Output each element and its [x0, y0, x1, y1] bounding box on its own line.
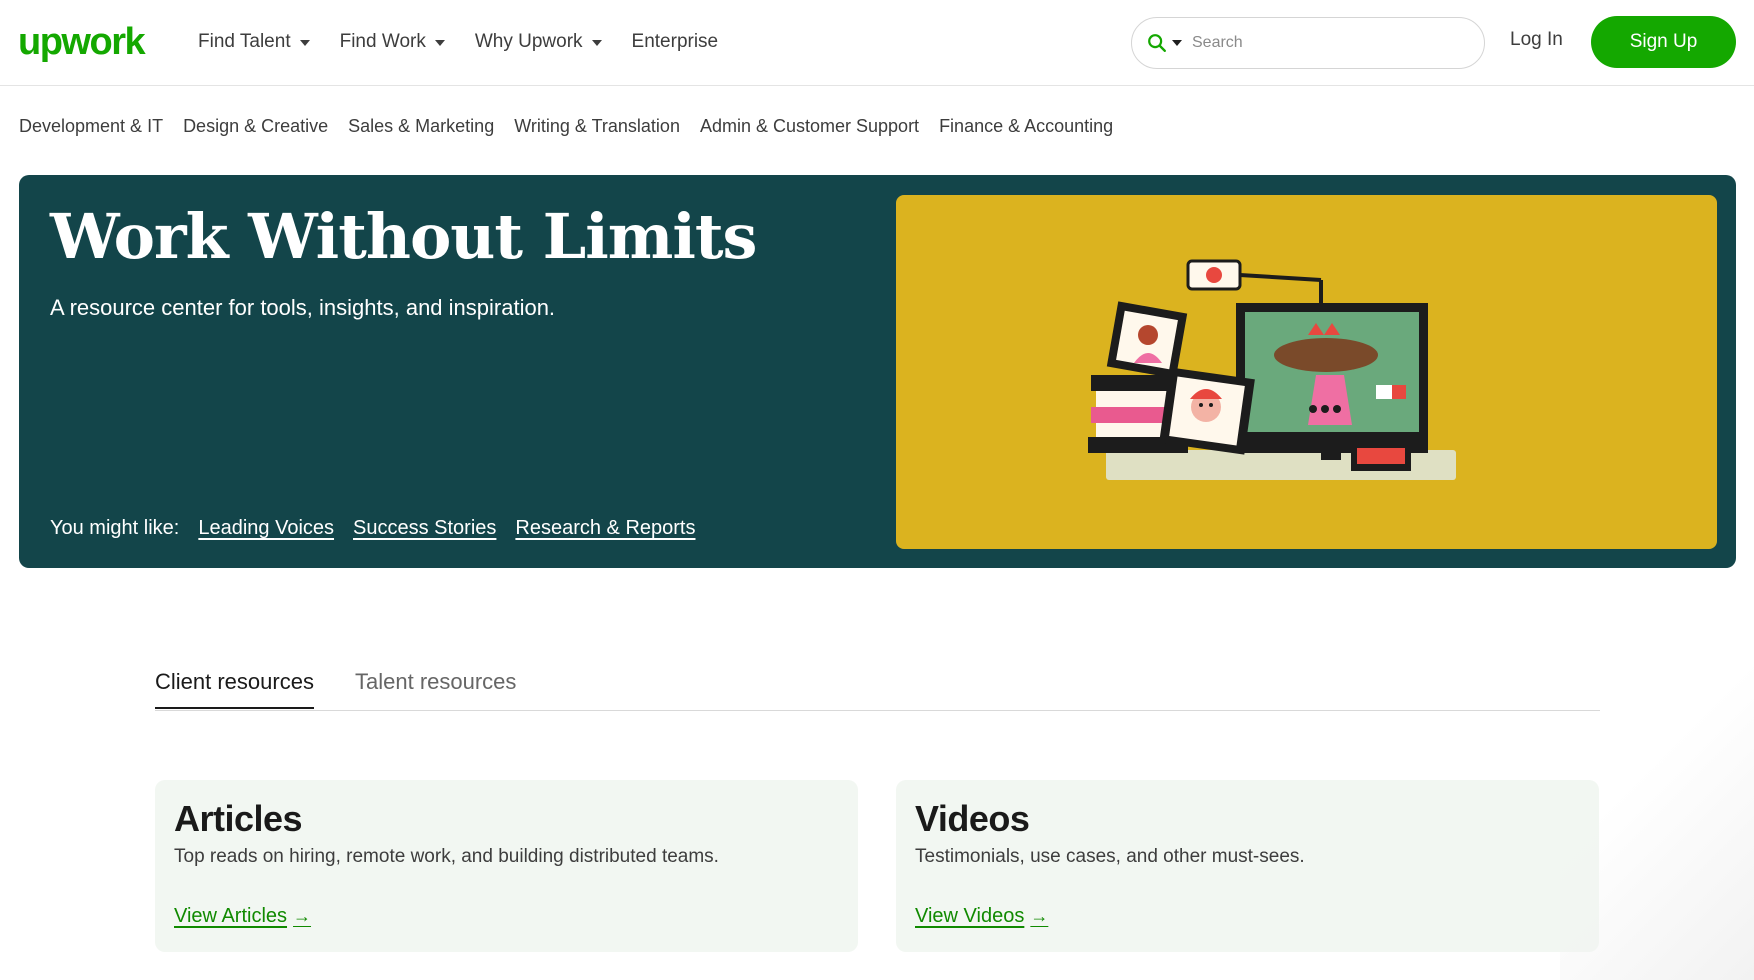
hero-illustration: [896, 195, 1717, 549]
hero-suggestions: You might like: Leading Voices Success S…: [50, 517, 695, 540]
chevron-down-icon: [434, 40, 445, 46]
category-sales-marketing[interactable]: Sales & Marketing: [348, 116, 494, 137]
nav-why-upwork-label: Why Upwork: [474, 31, 583, 52]
nav-enterprise[interactable]: Enterprise: [632, 28, 719, 56]
view-videos-label: View Videos: [915, 905, 1025, 927]
chevron-down-icon: [591, 40, 602, 46]
articles-card-description: Top reads on hiring, remote work, and bu…: [174, 846, 719, 867]
upwork-logo[interactable]: upwork: [18, 20, 146, 64]
corner-fade-decoration: [1560, 640, 1754, 980]
link-research-reports[interactable]: Research & Reports: [515, 517, 695, 540]
videos-card: Videos Testimonials, use cases, and othe…: [896, 780, 1599, 952]
category-nav: Development & IT Design & Creative Sales…: [19, 116, 1113, 137]
hero-subtitle: A resource center for tools, insights, a…: [50, 295, 556, 320]
link-leading-voices[interactable]: Leading Voices: [198, 517, 334, 540]
category-admin-support[interactable]: Admin & Customer Support: [700, 116, 919, 137]
hero-banner: Work Without Limits A resource center fo…: [19, 175, 1736, 568]
hero-title: Work Without Limits: [50, 200, 757, 273]
articles-card: Articles Top reads on hiring, remote wor…: [155, 780, 858, 952]
signup-button[interactable]: Sign Up: [1591, 16, 1736, 68]
arrow-right-icon: →: [293, 906, 312, 926]
videos-card-description: Testimonials, use cases, and other must-…: [915, 846, 1305, 867]
nav-find-work-label: Find Work: [339, 31, 426, 52]
nav-find-talent[interactable]: Find Talent: [198, 28, 310, 56]
view-videos-link[interactable]: View Videos →: [915, 905, 1048, 928]
nav-find-work[interactable]: Find Work: [340, 28, 445, 56]
resource-tabs: Client resources Talent resources: [155, 662, 1600, 711]
chevron-down-icon: [299, 40, 310, 46]
search-icon[interactable]: [1146, 32, 1168, 54]
login-link[interactable]: Log In: [1510, 29, 1563, 51]
search-bar[interactable]: [1131, 17, 1485, 69]
category-writing-translation[interactable]: Writing & Translation: [514, 116, 680, 137]
you-might-like-label: You might like:: [50, 517, 180, 539]
search-scope-chevron-icon[interactable]: [1172, 40, 1182, 46]
category-finance-accounting[interactable]: Finance & Accounting: [939, 116, 1113, 137]
articles-card-title: Articles: [174, 798, 303, 839]
view-articles-label: View Articles: [174, 905, 288, 927]
view-articles-link[interactable]: View Articles →: [174, 905, 311, 928]
tab-client-resources[interactable]: Client resources: [155, 669, 314, 709]
remote-work-illustration: [1088, 259, 1456, 480]
nav-find-talent-label: Find Talent: [198, 31, 291, 52]
site-header: upwork Find Talent Find Work Why Upwork …: [0, 0, 1754, 86]
videos-card-title: Videos: [915, 798, 1030, 839]
search-input[interactable]: [1192, 34, 1462, 52]
nav-why-upwork[interactable]: Why Upwork: [475, 28, 602, 56]
category-design-creative[interactable]: Design & Creative: [183, 116, 328, 137]
arrow-right-icon: →: [1030, 906, 1049, 926]
main-nav: Find Talent Find Work Why Upwork Enterpr…: [198, 28, 718, 56]
category-development-it[interactable]: Development & IT: [19, 116, 163, 137]
link-success-stories[interactable]: Success Stories: [353, 517, 496, 540]
tab-talent-resources[interactable]: Talent resources: [355, 669, 516, 707]
nav-enterprise-label: Enterprise: [631, 31, 719, 52]
